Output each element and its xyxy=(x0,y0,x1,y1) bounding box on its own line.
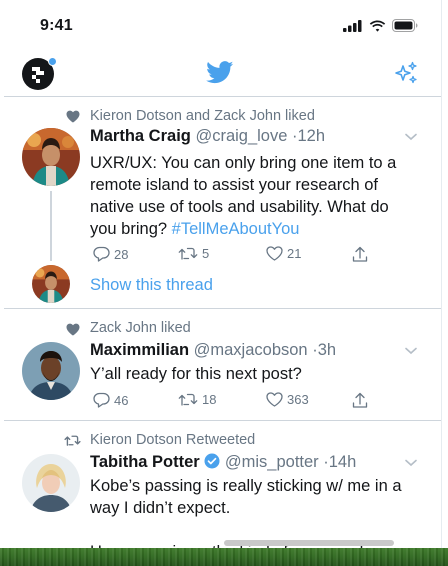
retweet-icon xyxy=(178,247,198,260)
twitter-bird-icon xyxy=(206,61,234,84)
author-name[interactable]: Tabitha Potter xyxy=(90,453,200,471)
like-count: 21 xyxy=(287,246,302,261)
tweet-header: Maximmilian @maxjacobson ·3h xyxy=(90,341,336,360)
battery-icon xyxy=(392,19,418,32)
reply-count: 46 xyxy=(114,392,129,408)
heart-outline-icon xyxy=(266,246,283,261)
thread-avatar[interactable] xyxy=(32,265,70,303)
tweet-card[interactable]: Kieron Dotson and Zack John liked Martha… xyxy=(4,97,441,309)
author-handle[interactable]: @craig_love xyxy=(195,127,287,145)
tweet-text-line: remote island to assist your research of xyxy=(90,176,378,194)
share-icon xyxy=(352,246,368,262)
status-bar: 9:41 xyxy=(4,0,441,52)
author-name[interactable]: Maximmilian xyxy=(90,341,189,359)
tweet-actions: 28 5 21 xyxy=(90,246,370,266)
tweet-text: UXR/UX: You can only bring one item to a… xyxy=(90,152,420,240)
app-frame: 9:41 Kieron Dotson and Zack John liked M… xyxy=(4,0,442,566)
like-button[interactable]: 363 xyxy=(266,392,309,407)
like-button[interactable]: 21 xyxy=(266,246,301,261)
avatar[interactable] xyxy=(22,128,80,186)
heart-outline-icon xyxy=(266,392,283,407)
share-button[interactable] xyxy=(352,392,368,409)
author-handle[interactable]: @mis_potter xyxy=(225,453,319,471)
reply-count: 28 xyxy=(114,246,129,262)
retweet-count: 18 xyxy=(202,392,217,407)
author-name[interactable]: Martha Craig xyxy=(90,127,191,145)
tweet-text-line: UXR/UX: You can only bring one item to a xyxy=(90,154,397,172)
tweet-time: ·14h xyxy=(323,453,357,471)
tweet-text-line: Y’all ready for this next post? xyxy=(90,365,302,383)
tweet-text-line: you bring? xyxy=(90,220,172,238)
reply-button[interactable]: 28 xyxy=(93,246,128,262)
wifi-icon xyxy=(369,20,386,32)
verified-badge-icon xyxy=(204,453,220,469)
tweet-time: ·12h xyxy=(292,127,326,145)
chevron-down-icon[interactable] xyxy=(405,459,417,467)
notification-dot xyxy=(48,57,57,66)
chevron-down-icon[interactable] xyxy=(405,347,417,355)
status-time: 9:41 xyxy=(40,17,73,34)
heart-icon xyxy=(66,323,80,336)
tweet-header: Martha Craig @craig_love ·12h xyxy=(90,127,325,146)
reply-button[interactable]: 46 xyxy=(93,392,128,408)
avatar-image xyxy=(22,128,80,186)
avatar-image xyxy=(22,454,80,512)
retweet-button[interactable]: 18 xyxy=(178,392,216,407)
retweet-button[interactable]: 5 xyxy=(178,246,209,261)
tweet-text-line: native use of tools and usability. What … xyxy=(90,198,389,216)
tweet-card[interactable]: Zack John liked Maximmilian @maxjacobson… xyxy=(4,309,441,421)
author-handle[interactable]: @maxjacobson xyxy=(194,341,308,359)
social-context: Kieron Dotson Retweeted xyxy=(90,432,256,448)
tweet-actions: 46 18 363 xyxy=(90,392,370,412)
like-count: 363 xyxy=(287,392,309,407)
social-context: Kieron Dotson and Zack John liked xyxy=(90,108,315,124)
background-grass-texture xyxy=(0,548,448,566)
avatar-image xyxy=(22,342,80,400)
system-icons xyxy=(343,19,419,32)
nav-bar xyxy=(4,52,441,97)
hashtag-link[interactable]: #TellMeAboutYou xyxy=(172,220,300,238)
tweet-header: Tabitha Potter @mis_potter ·14h xyxy=(90,453,356,472)
sparkle-icon[interactable] xyxy=(393,61,419,87)
tweet-text-line: Kobe’s passing is really sticking w/ me … xyxy=(90,477,402,495)
thread-line xyxy=(50,191,52,261)
tweet-time: ·3h xyxy=(312,341,337,359)
chevron-down-icon[interactable] xyxy=(405,133,417,141)
heart-icon xyxy=(66,110,80,123)
reply-icon xyxy=(93,392,110,408)
retweet-count: 5 xyxy=(202,246,210,261)
avatar-image xyxy=(32,265,70,303)
retweet-icon xyxy=(64,435,81,446)
reply-icon xyxy=(93,246,110,262)
avatar[interactable] xyxy=(22,454,80,512)
tweet-text: Y’all ready for this next post? xyxy=(90,363,420,385)
share-icon xyxy=(352,392,368,408)
retweet-icon xyxy=(178,393,198,406)
home-indicator[interactable] xyxy=(224,540,394,546)
share-button[interactable] xyxy=(352,246,368,263)
social-context: Zack John liked xyxy=(90,320,191,336)
avatar[interactable] xyxy=(22,342,80,400)
show-thread-link[interactable]: Show this thread xyxy=(90,276,213,295)
tweet-text-line: way I didn’t expect. xyxy=(90,499,231,517)
signal-icon xyxy=(343,19,362,32)
